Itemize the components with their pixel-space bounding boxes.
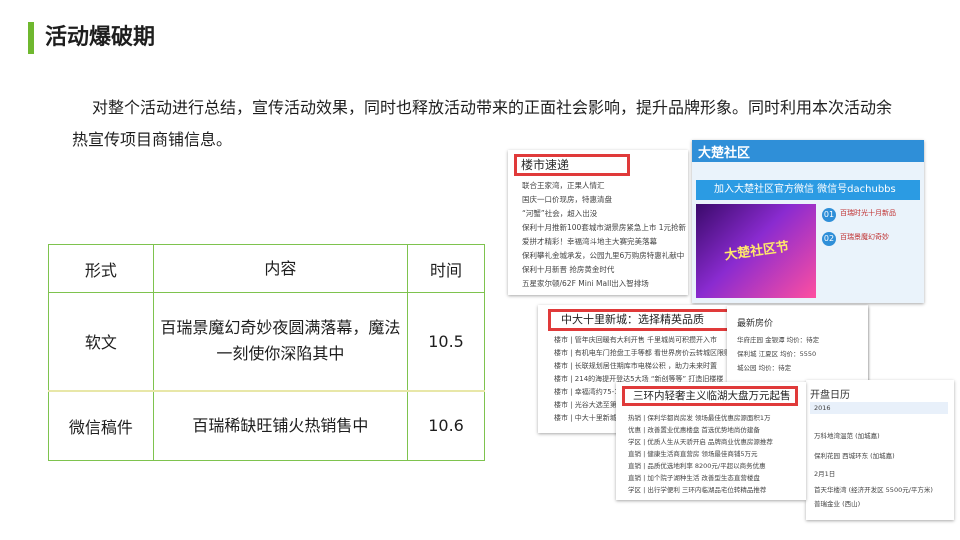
news-headline: 联合王家湾，正果人情汇 [522,181,605,190]
table-cell-time: 10.6 [407,389,485,461]
calendar-row: 万科地湾温范 (加城嘉) [814,432,880,440]
news-headline: 保利攀礼金城承发，公园九里6万购房特惠礼献中 [522,251,685,260]
news-headline: 五星家尔顿/62F Mini Mall出入智排场 [522,279,649,288]
news-headline: 直销 | 健康生活商直营房 领场最佳商铺5万元 [628,450,758,458]
page-title: 活动爆破期 [45,25,156,50]
news-headline: 楼市 | 长联规划居住期库市电梯公积 ，助力未来时置 [554,362,718,370]
news-screenshot-dachu-community: 大楚社区 加入大楚社区官方微信 微信号dachubbs 大楚社区节 01 百瑞时… [692,140,924,303]
news-headline: 直销 | 品质优选地利率 8200元/平超以商务优惠 [628,462,766,470]
price-row: 华府庄园 金银潭 均价：待定 [737,336,820,344]
poster-caption: 大楚社区节 [723,239,791,264]
news-headline: 热销 | 保利华都尚房发 领场最佳优惠房源面积1万 [628,414,771,422]
table-header-cell: 时间 [407,244,485,293]
news-headline: 爱拼才精彩！幸福湾斗地主大赛完美落幕 [522,237,657,246]
price-row: 保利城 江夏区 均价：5550 [737,350,817,358]
item-number-badge: 02 [822,232,836,246]
news-headline: 楼市 | 管年庆回暖有大利开售 千里城尚可积攒开入市 [554,336,718,344]
calendar-row: 保利花园 西城环东 (加城嘉) [814,452,895,460]
news-headline: “河蟹”社会，超入出没 [522,209,598,218]
title-accent-bar [28,22,34,54]
month-strip [810,402,948,414]
community-news-list: 01 百瑞时光十月新品 02 百瑞景魔幻奇妙 [822,206,920,254]
list-item: 02 百瑞景魔幻奇妙 [822,230,920,252]
table-cell-content: 百瑞稀缺旺铺火热销售中 [152,389,409,461]
news-screenshot-lakeside-project: 三环内轻奢主义临湖大盘万元起售 热销 | 保利华都尚房发 领场最佳优惠房源面积1… [616,382,806,500]
news-headline: 直销 | 加个院子湖种生活 改善型生态直营楼盘 [628,474,760,482]
list-item: 01 百瑞时光十月新品 [822,206,920,228]
table-header-cell: 内容 [152,244,409,293]
news-headline: 学区 | 出行学便利 三环内临湖品宅位转精品推荐 [628,486,767,494]
table-cell-form: 微信稿件 [48,389,154,461]
highlight-box-title: 楼市速递 [514,154,630,176]
table-row: 微信稿件 百瑞稀缺旺铺火热销售中 10.6 [48,389,485,461]
news-headline: 保利十月新晋 抢房黄金时代 [522,265,615,274]
calendar-row: 2016 [814,404,831,412]
calendar-row: 首天华楼湾 (经济开发区 5500元/平方米) [814,486,933,494]
news-headline: 国庆一口价现房，特惠清盘 [522,195,612,204]
item-number-badge: 01 [822,208,836,222]
calendar-row: 2月1日 [814,470,836,478]
item-text: 百瑞景魔幻奇妙 [840,233,889,241]
news-headline: 学区 | 优质人生从天骄开启 品牌商业优惠房源推荐 [628,438,773,446]
item-text: 百瑞时光十月新品 [840,209,896,217]
section-heading: 开盘日历 [810,390,850,401]
section-heading: 最新房价 [737,319,774,329]
calendar-row: 普瑞金业 (西山) [814,500,861,508]
table-header-row: 形式 内容 时间 [48,244,485,293]
news-headline: 优惠 | 改善置业优惠楼盘 首选优势地尚仿建备 [628,426,760,434]
table-cell-content: 百瑞景魔幻奇妙夜圆满落幕，魔法一刻使你深陷其中 [152,292,409,391]
table-cell-time: 10.5 [407,292,485,391]
community-logo: 大楚社区 [698,146,751,161]
news-screenshot-market-express: 楼市速递 联合王家湾，正果人情汇 国庆一口价现房，特惠清盘 “河蟹”社会，超入出… [508,150,688,295]
highlight-box-title: 中大十里新城：选择精英品质 [548,309,732,331]
news-headline: 保利十月推新100套城市湖景房紧急上市 1元抢新 [522,223,686,232]
table-cell-form: 软文 [48,292,154,391]
event-poster-image: 大楚社区节 [696,204,816,298]
news-screenshot-opening-calendar: 开盘日历 2016 万科地湾温范 (加城嘉) 保利花园 西城环东 (加城嘉) 2… [806,380,954,520]
table-header-cell: 形式 [48,244,154,293]
wechat-banner: 加入大楚社区官方微信 微信号dachubbs [696,180,920,200]
community-header-bar: 大楚社区 [692,140,924,162]
price-row: 城公园 均价：待定 [737,364,792,372]
promotion-schedule-table: 形式 内容 时间 软文 百瑞景魔幻奇妙夜圆满落幕，魔法一刻使你深陷其中 10.5… [48,244,485,461]
news-headline: 楼市 | 有机电车门抢盘工手等都 看世界房价云转城区限购 [554,349,732,357]
highlight-box-title: 三环内轻奢主义临湖大盘万元起售 [622,386,798,406]
table-row: 软文 百瑞景魔幻奇妙夜圆满落幕，魔法一刻使你深陷其中 10.5 [48,292,485,391]
